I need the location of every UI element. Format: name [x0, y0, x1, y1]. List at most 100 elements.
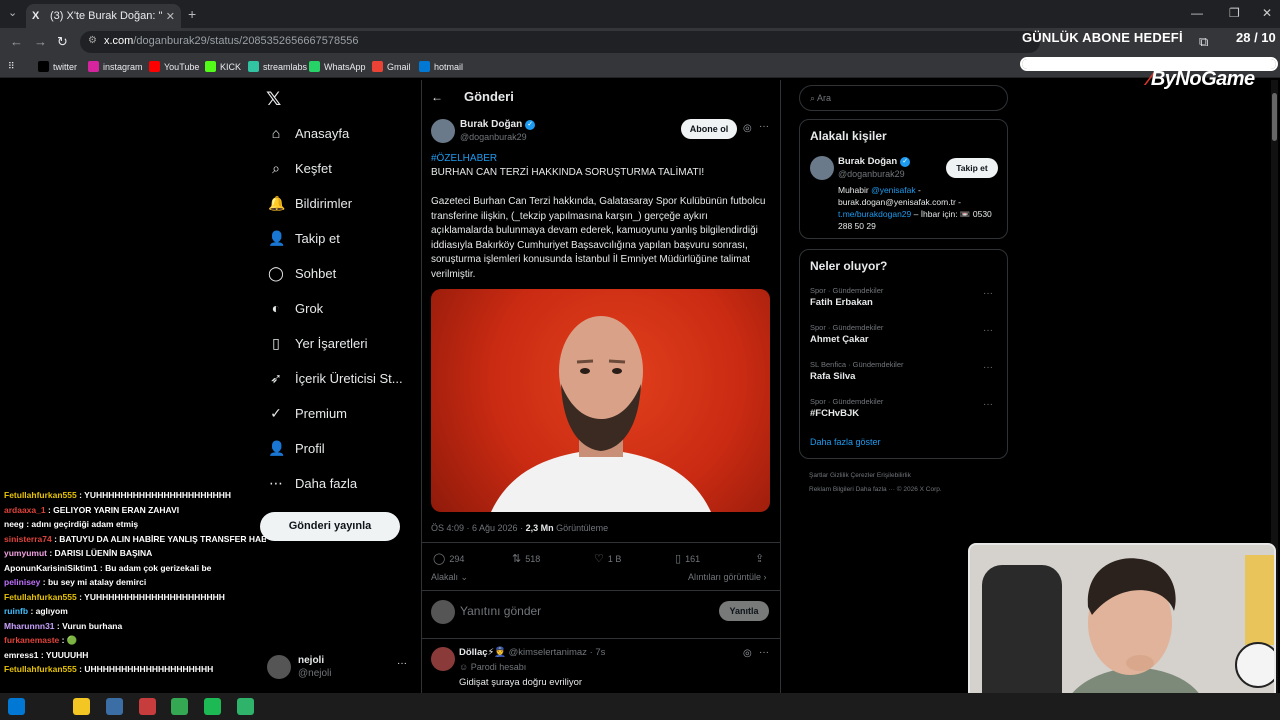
- chat-username: yumyumut: [4, 548, 47, 558]
- post-image[interactable]: [431, 289, 770, 512]
- bookmark-label: instagram: [103, 61, 143, 72]
- bookmark-hotmail[interactable]: hotmail: [419, 61, 463, 72]
- column-divider: [421, 80, 422, 693]
- reload-icon[interactable]: ↻: [57, 34, 68, 50]
- minimize-icon[interactable]: —: [1191, 6, 1203, 20]
- spotify-icon[interactable]: [204, 698, 221, 715]
- nav-item-10[interactable]: ⋯ Daha fazla: [268, 475, 357, 491]
- tab-search-icon[interactable]: ⌄: [8, 6, 17, 19]
- post-button[interactable]: Gönderi yayınla: [260, 512, 400, 541]
- bookmark-kick[interactable]: KICK: [205, 61, 241, 72]
- hashtag-link[interactable]: #ÖZELHABER: [431, 153, 497, 164]
- parody-label: ☺ Parodi hesabı: [459, 662, 527, 672]
- nav-item-9[interactable]: 👤 Profil: [268, 440, 325, 456]
- related-people-card: Alakalı kişiler Burak Doğan ✓ @doganburak…: [799, 119, 1008, 239]
- trends-card: Neler oluyor? Spor · Gündemdekiler Fatih …: [799, 249, 1008, 459]
- bookmark-whatsapp[interactable]: WhatsApp: [309, 61, 366, 72]
- bookmark-youtube[interactable]: YouTube: [149, 61, 199, 72]
- author-name[interactable]: Burak Doğan ✓: [460, 119, 536, 130]
- reply-button[interactable]: Yanıtla: [719, 601, 769, 621]
- nav-item-0[interactable]: ⌂ Anasayfa: [268, 125, 349, 141]
- site-info-icon[interactable]: ⚙: [88, 35, 97, 46]
- like-stat[interactable]: ♡ 1 B: [594, 552, 621, 565]
- more-icon[interactable]: ···: [983, 399, 993, 410]
- nav-item-8[interactable]: ✓ Premium: [268, 405, 347, 421]
- verified-badge-icon: ✓: [525, 119, 536, 130]
- divider: [421, 542, 780, 543]
- follow-button[interactable]: Takip et: [946, 158, 998, 178]
- forward-icon[interactable]: →: [34, 34, 47, 49]
- browser-tab-active[interactable]: X (3) X'te Burak Doğan: "#ÖZELHA... ✕: [26, 4, 181, 28]
- nav-item-5[interactable]: ◐ Grok: [268, 300, 323, 316]
- bookmark-gmail[interactable]: Gmail: [372, 61, 411, 72]
- reply-author[interactable]: Döllaç⚡👮 @kimselertanimaz · 7s: [459, 647, 605, 658]
- bookmark-instagram[interactable]: instagram: [88, 61, 143, 72]
- apps-icon[interactable]: ⠿: [8, 61, 15, 72]
- avatar[interactable]: [810, 156, 834, 180]
- trend-item[interactable]: Spor · Gündemdekiler Fatih Erbakan: [810, 286, 883, 308]
- nav-item-4[interactable]: ◯ Sohbet: [268, 265, 336, 281]
- bookmark-stat[interactable]: ▯ 161: [675, 552, 700, 565]
- back-icon[interactable]: ←: [10, 34, 23, 49]
- trend-item[interactable]: Spor · Gündemdekiler #FCHvBJK: [810, 397, 883, 419]
- bookmark-streamlabs[interactable]: streamlabs: [248, 61, 307, 72]
- url-path: /doganburak29/status/2085352656667578556: [133, 35, 359, 47]
- nav-item-6[interactable]: ▯ Yer İşaretleri: [268, 335, 367, 351]
- windows-start-icon[interactable]: [8, 698, 25, 715]
- extensions-icon[interactable]: ⧉: [1199, 34, 1208, 50]
- close-tab-icon[interactable]: ✕: [166, 10, 175, 23]
- close-window-icon[interactable]: ✕: [1262, 6, 1272, 20]
- search-input[interactable]: ⌕ Ara: [799, 85, 1008, 111]
- chrome-icon[interactable]: [171, 698, 188, 715]
- avatar[interactable]: [267, 655, 291, 679]
- avatar[interactable]: [431, 119, 455, 143]
- scrollbar-thumb[interactable]: [1272, 93, 1277, 141]
- view-quotes-link[interactable]: Alıntıları görüntüle ›: [688, 572, 767, 582]
- grok-icon[interactable]: ◎: [743, 648, 752, 659]
- related-name[interactable]: Burak Doğan ✓: [838, 156, 911, 167]
- more-icon[interactable]: ···: [983, 325, 993, 336]
- reply-sort-dropdown[interactable]: Alakalı ⌄: [431, 572, 468, 583]
- footer-links[interactable]: Reklam Bilgileri Daha fazla ··· © 2026 X…: [809, 486, 942, 493]
- chat-text: GELIYOR YARIN ERAN ZAHAVI: [53, 504, 180, 515]
- app-icon[interactable]: [237, 698, 254, 715]
- more-icon[interactable]: ···: [983, 288, 993, 299]
- footer-links[interactable]: Şartlar Gizlilik Çerezler Erişilebilirli…: [809, 472, 911, 479]
- address-bar[interactable]: ⚙ x.com/doganburak29/status/208535265666…: [80, 31, 1040, 53]
- author-handle[interactable]: @doganburak29: [460, 132, 527, 142]
- file-explorer-icon[interactable]: [73, 698, 90, 715]
- grok-icon[interactable]: ◎: [743, 123, 752, 134]
- account-name[interactable]: nejoli: [298, 655, 324, 666]
- reply-stat[interactable]: ◯ 294: [433, 552, 464, 565]
- subscribe-button[interactable]: Abone ol: [681, 119, 737, 139]
- more-icon[interactable]: ···: [759, 647, 769, 658]
- reply-input[interactable]: Yanıtını gönder: [460, 604, 541, 618]
- show-more-link[interactable]: Daha fazla göster: [810, 437, 881, 447]
- back-arrow-icon[interactable]: ←: [431, 90, 443, 104]
- repost-stat[interactable]: ⇅ 518: [512, 552, 540, 565]
- more-icon[interactable]: ···: [759, 121, 769, 132]
- search-icon[interactable]: [40, 698, 57, 715]
- more-icon[interactable]: ···: [983, 362, 993, 373]
- new-tab-icon[interactable]: +: [188, 6, 196, 22]
- avatar[interactable]: [431, 647, 455, 671]
- nav-item-3[interactable]: 👤 Takip et: [268, 230, 340, 246]
- trend-item[interactable]: Spor · Gündemdekiler Ahmet Çakar: [810, 323, 883, 345]
- app-icon[interactable]: [106, 698, 123, 715]
- maximize-icon[interactable]: ❐: [1229, 6, 1240, 20]
- nav-item-label: Grok: [295, 300, 324, 316]
- more-icon[interactable]: ···: [397, 658, 407, 669]
- bookmark-twitter[interactable]: twitter: [38, 61, 77, 72]
- nav-item-label: Anasayfa: [295, 125, 350, 141]
- nav-item-2[interactable]: 🔔 Bildirimler: [268, 195, 352, 211]
- share-button[interactable]: ⇪: [755, 552, 768, 565]
- nav-item-1[interactable]: ⌕ Keşfet: [268, 160, 332, 176]
- trend-item[interactable]: SL Benfica · Gündemdekiler Rafa Silva: [810, 360, 904, 382]
- app-icon[interactable]: [139, 698, 156, 715]
- nav-item-7[interactable]: ➶ İçerik Üreticisi St...: [268, 370, 403, 386]
- view-count: 2,3 Mn: [525, 523, 554, 533]
- page-title: Gönderi: [464, 89, 514, 104]
- divider: [421, 590, 780, 591]
- tab-title: (3) X'te Burak Doğan: "#ÖZELHA...: [50, 10, 162, 22]
- x-logo-icon[interactable]: 𝕏: [266, 88, 281, 111]
